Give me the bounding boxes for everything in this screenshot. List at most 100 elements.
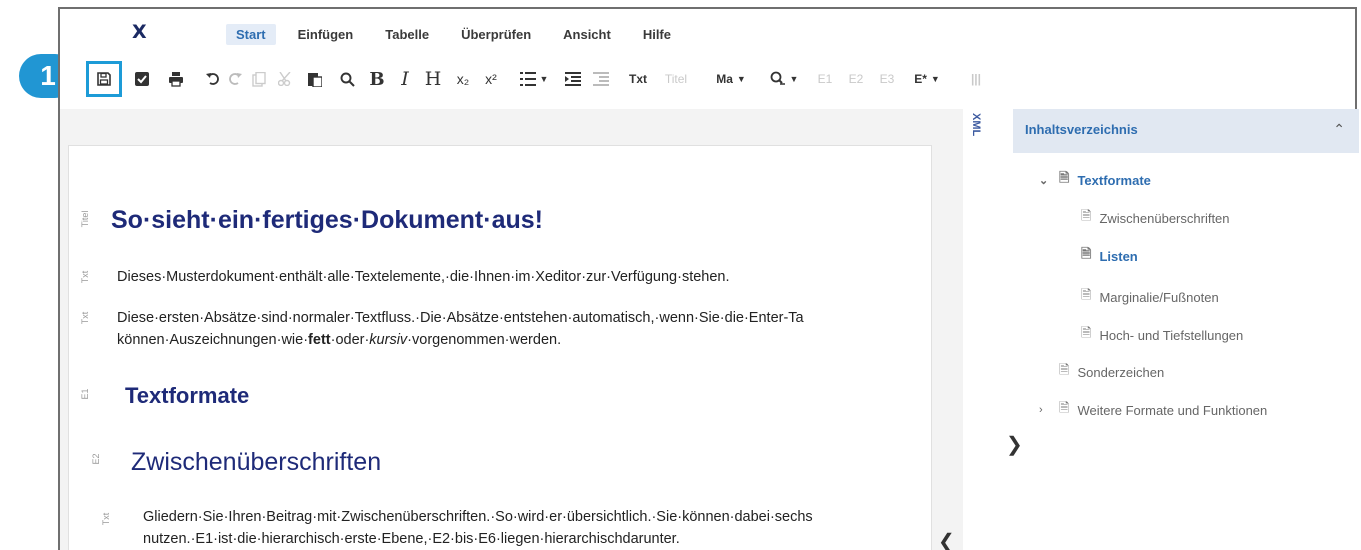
chevron-right-icon: ❯: [1006, 434, 1023, 456]
toc-item-zwischenueberschriften[interactable]: 🗎 Zwischenüberschriften: [1081, 207, 1230, 229]
print-button[interactable]: [164, 65, 188, 93]
paragraph-2-line-2[interactable]: können·Auszeichnungen·wie·fett·oder·kurs…: [117, 329, 561, 351]
titel-style-button[interactable]: Titel: [660, 65, 692, 93]
copy-button[interactable]: [248, 65, 270, 93]
chevron-right-icon: ›: [1039, 404, 1043, 416]
chevron-down-icon: ▼: [930, 74, 940, 84]
text-run: können·Auszeichnungen·wie·: [117, 332, 309, 348]
paragraph-1[interactable]: Dieses·Musterdokument·enthält·alle·Texte…: [117, 266, 730, 288]
superscript-icon: x²: [485, 71, 497, 87]
e2-style-button[interactable]: E2: [845, 65, 867, 93]
subscript-icon: x₂: [456, 71, 470, 87]
editor-window: X Start Einfügen Tabelle Überprüfen Ansi…: [58, 7, 1359, 550]
checkbox-icon: [135, 72, 149, 86]
undo-icon: [206, 73, 219, 85]
list-icon: [519, 72, 536, 86]
save-button[interactable]: [86, 61, 122, 97]
toc-item-label: Hoch- und Tiefstellungen: [1099, 327, 1244, 343]
menu-einfuegen[interactable]: Einfügen: [288, 24, 364, 45]
heading-e1[interactable]: Textformate: [125, 383, 249, 409]
document-icon: 🗎: [1081, 208, 1092, 223]
tag-e1: E1: [80, 388, 90, 400]
find-replace-button[interactable]: ▼: [760, 65, 808, 93]
heading-button[interactable]: H: [422, 65, 444, 93]
ma-style-button[interactable]: Ma ▼: [712, 65, 750, 93]
scissors-icon: [277, 72, 291, 86]
toc-item-label: Listen: [1099, 248, 1138, 264]
heading-icon: H: [424, 68, 442, 90]
menu-tabelle[interactable]: Tabelle: [375, 24, 439, 45]
find-replace-icon: [770, 71, 785, 85]
toc-item-label: Sonderzeichen: [1077, 364, 1165, 380]
txt-style-button[interactable]: Txt: [624, 65, 652, 93]
document-icon: 🗎: [1059, 400, 1070, 415]
toc-item-label: Marginalie/Fußnoten: [1099, 289, 1219, 305]
document-page[interactable]: Titel So·sieht·ein·fertiges·Dokument·aus…: [68, 145, 932, 550]
menu-ansicht[interactable]: Ansicht: [553, 24, 621, 45]
xml-tab[interactable]: XML: [970, 113, 982, 136]
paste-icon: [308, 73, 322, 87]
document-icon: 🗎: [1059, 170, 1070, 185]
menu-hilfe[interactable]: Hilfe: [633, 24, 681, 45]
bold-button[interactable]: B: [366, 65, 388, 93]
italic-icon: I: [401, 68, 409, 90]
outdent-icon: [593, 72, 609, 86]
tag-txt: Txt: [101, 512, 111, 526]
text-run: ·vorgenommen·werden.: [407, 332, 562, 348]
menu-start[interactable]: Start: [226, 24, 276, 45]
toc-header: Inhaltsverzeichnis ⌃: [1013, 109, 1359, 153]
toc-item-hoch-tief[interactable]: 🗎 Hoch- und Tiefstellungen: [1081, 324, 1243, 346]
toc-item-sonderzeichen[interactable]: 🗎 Sonderzeichen: [1059, 361, 1164, 383]
paragraph-2[interactable]: Diese·ersten·Absätze·sind·normaler·Textf…: [117, 307, 804, 329]
menu-ueberpruefen[interactable]: Überprüfen: [451, 24, 541, 45]
document-icon: 🗎: [1081, 246, 1092, 261]
search-button[interactable]: [336, 65, 358, 93]
chevron-up-icon[interactable]: ⌃: [1333, 121, 1345, 138]
toc-item-marginalie[interactable]: 🗎 Marginalie/Fußnoten: [1081, 286, 1219, 308]
toc-item-label: Textformate: [1077, 172, 1151, 188]
e1-label: E1: [817, 72, 833, 86]
redo-button[interactable]: [224, 65, 246, 93]
app: 1 X Start Einfügen Tabelle Überprüfen An…: [0, 0, 1361, 550]
superscript-button[interactable]: x²: [480, 65, 502, 93]
heading-e2[interactable]: Zwischenüberschriften: [131, 448, 381, 477]
txt-label: Txt: [629, 72, 647, 86]
toc-panel: Inhaltsverzeichnis ⌃ ⌄ 🗎 Textformate 🗎 Zwis…: [1013, 109, 1359, 550]
list-button[interactable]: ▼: [514, 65, 554, 93]
chevron-down-icon: ▼: [736, 74, 746, 84]
tag-txt: Txt: [80, 311, 90, 325]
document-title[interactable]: So·sieht·ein·fertiges·Dokument·aus!: [111, 206, 543, 235]
toc-item-weitere[interactable]: › 🗎 Weitere Formate und Funktionen: [1039, 399, 1267, 421]
toc-item-textformate[interactable]: ⌄ 🗎 Textformate: [1039, 169, 1151, 191]
collapse-panel-button[interactable]: ❮: [938, 529, 955, 550]
indent-button[interactable]: [562, 65, 584, 93]
e1-style-button[interactable]: E1: [814, 65, 836, 93]
e3-label: E3: [879, 72, 895, 86]
document-icon: 🗎: [1081, 325, 1092, 340]
ma-label: Ma: [716, 72, 733, 86]
italic-button[interactable]: I: [396, 65, 414, 93]
print-icon: [169, 71, 183, 87]
subscript-button[interactable]: x₂: [452, 65, 474, 93]
toolbar: B I H x₂ x² ▼ Txt Titel Ma ▼ ▼ E1 E2 E3 …: [86, 61, 1340, 97]
cut-button[interactable]: [274, 65, 296, 93]
e2-label: E2: [848, 72, 864, 86]
paragraph-3[interactable]: Gliedern·Sie·Ihren·Beitrag·mit·Zwischenü…: [143, 506, 813, 528]
e3-style-button[interactable]: E3: [876, 65, 898, 93]
search-icon: [340, 72, 355, 87]
toc-item-label: Weitere Formate und Funktionen: [1077, 402, 1268, 418]
paste-button[interactable]: [304, 65, 326, 93]
outdent-button[interactable]: [590, 65, 612, 93]
paragraph-3-line-2[interactable]: nutzen.·E1·ist·die·hierarchisch·erste·Eb…: [143, 528, 680, 550]
e-more-button[interactable]: E* ▼: [908, 65, 946, 93]
indent-icon: [565, 72, 581, 86]
undo-button[interactable]: [202, 65, 224, 93]
expand-panel-button[interactable]: ❯: [1006, 432, 1023, 457]
bold-icon: B: [369, 68, 385, 90]
more-tools-button[interactable]: |||: [966, 65, 986, 93]
copy-icon: [252, 71, 266, 87]
toc-item-listen[interactable]: 🗎 Listen: [1081, 245, 1138, 267]
toc-item-label: Zwischenüberschriften: [1099, 210, 1230, 226]
validate-button[interactable]: [130, 65, 154, 93]
more-label: |||: [970, 72, 982, 86]
